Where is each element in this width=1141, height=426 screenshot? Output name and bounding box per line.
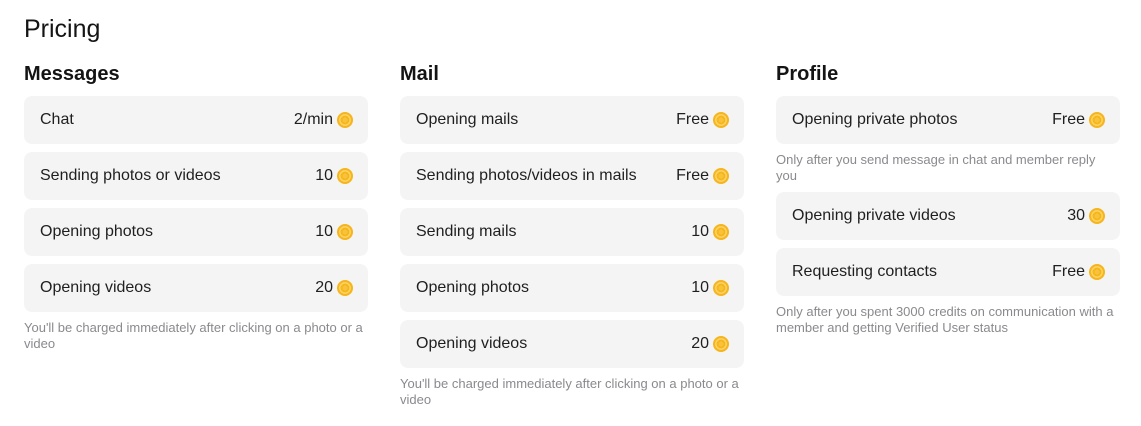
price-amount: 2/min [293, 111, 333, 128]
price-row-requesting-contacts[interactable]: Requesting contacts Free [776, 248, 1120, 296]
coin-icon [337, 224, 353, 240]
price-value: 20 [315, 279, 353, 297]
page-title: Pricing [24, 15, 101, 43]
price-row-label: Opening mails [416, 111, 519, 128]
price-row-chat[interactable]: Chat 2/min [24, 96, 368, 144]
messages-charge-note: You'll be charged immediately after clic… [24, 320, 363, 351]
price-value: 2/min [294, 111, 353, 129]
price-value: 10 [315, 167, 353, 185]
messages-section: Messages Chat 2/min Sending photos or vi… [24, 61, 368, 352]
price-amount: 20 [691, 335, 709, 352]
coin-icon [713, 224, 729, 240]
price-row-label: Opening photos [416, 279, 529, 296]
price-amount: 20 [315, 279, 333, 296]
price-value: 30 [1067, 207, 1105, 225]
price-row-opening-private-photos[interactable]: Opening private photos Free [776, 96, 1120, 144]
pricing-page: Pricing Messages Chat 2/min Sending phot… [0, 0, 1141, 426]
mail-section: Mail Opening mails Free Sending photos/v… [400, 61, 744, 408]
price-amount: Free [1052, 111, 1085, 128]
price-row-sending-photos-videos-in-mails[interactable]: Sending photos/videos in mails Free [400, 152, 744, 200]
price-amount: Free [676, 167, 709, 184]
price-row-opening-private-videos[interactable]: Opening private videos 30 [776, 192, 1120, 240]
price-value: Free [1052, 111, 1105, 129]
coin-icon [337, 168, 353, 184]
coin-icon [1089, 208, 1105, 224]
price-row-label: Sending mails [416, 223, 517, 240]
price-row-label: Opening videos [416, 335, 528, 352]
price-value: 20 [691, 335, 729, 353]
price-row-label: Opening private videos [792, 207, 956, 224]
mail-section-title: Mail [400, 63, 439, 85]
messages-section-title: Messages [24, 63, 120, 85]
price-row-label: Opening photos [40, 223, 153, 240]
price-row-label: Sending photos/videos in mails [416, 167, 637, 184]
price-row-sending-mails[interactable]: Sending mails 10 [400, 208, 744, 256]
private-photos-note: Only after you send message in chat and … [776, 152, 1096, 183]
price-amount: Free [676, 111, 709, 128]
price-amount: 10 [315, 167, 333, 184]
price-amount: 30 [1067, 207, 1085, 224]
price-row-opening-mails[interactable]: Opening mails Free [400, 96, 744, 144]
price-amount: 10 [315, 223, 333, 240]
price-row-opening-videos[interactable]: Opening videos 20 [400, 320, 744, 368]
price-row-label: Chat [40, 111, 74, 128]
price-value: Free [676, 111, 729, 129]
price-row-sending-photos-or-videos[interactable]: Sending photos or videos 10 [24, 152, 368, 200]
coin-icon [337, 112, 353, 128]
coin-icon [1089, 264, 1105, 280]
coin-icon [713, 112, 729, 128]
price-value: Free [1052, 263, 1105, 281]
coin-icon [713, 280, 729, 296]
price-amount: 10 [691, 279, 709, 296]
price-row-label: Sending photos or videos [40, 167, 221, 184]
price-value: 10 [691, 223, 729, 241]
price-amount: 10 [691, 223, 709, 240]
price-value: 10 [691, 279, 729, 297]
coin-icon [1089, 112, 1105, 128]
coin-icon [337, 280, 353, 296]
price-value: Free [676, 167, 729, 185]
price-row-opening-photos[interactable]: Opening photos 10 [400, 264, 744, 312]
profile-section: Profile Opening private photos Free Only… [776, 61, 1120, 344]
profile-section-title: Profile [776, 63, 839, 85]
price-row-label: Opening private photos [792, 111, 958, 128]
coin-icon [713, 168, 729, 184]
price-row-opening-photos[interactable]: Opening photos 10 [24, 208, 368, 256]
price-row-label: Opening videos [40, 279, 152, 296]
mail-charge-note: You'll be charged immediately after clic… [400, 376, 739, 407]
coin-icon [713, 336, 729, 352]
requesting-contacts-note: Only after you spent 3000 credits on com… [776, 304, 1114, 335]
price-amount: Free [1052, 263, 1085, 280]
price-row-opening-videos[interactable]: Opening videos 20 [24, 264, 368, 312]
price-row-label: Requesting contacts [792, 263, 937, 280]
price-value: 10 [315, 223, 353, 241]
